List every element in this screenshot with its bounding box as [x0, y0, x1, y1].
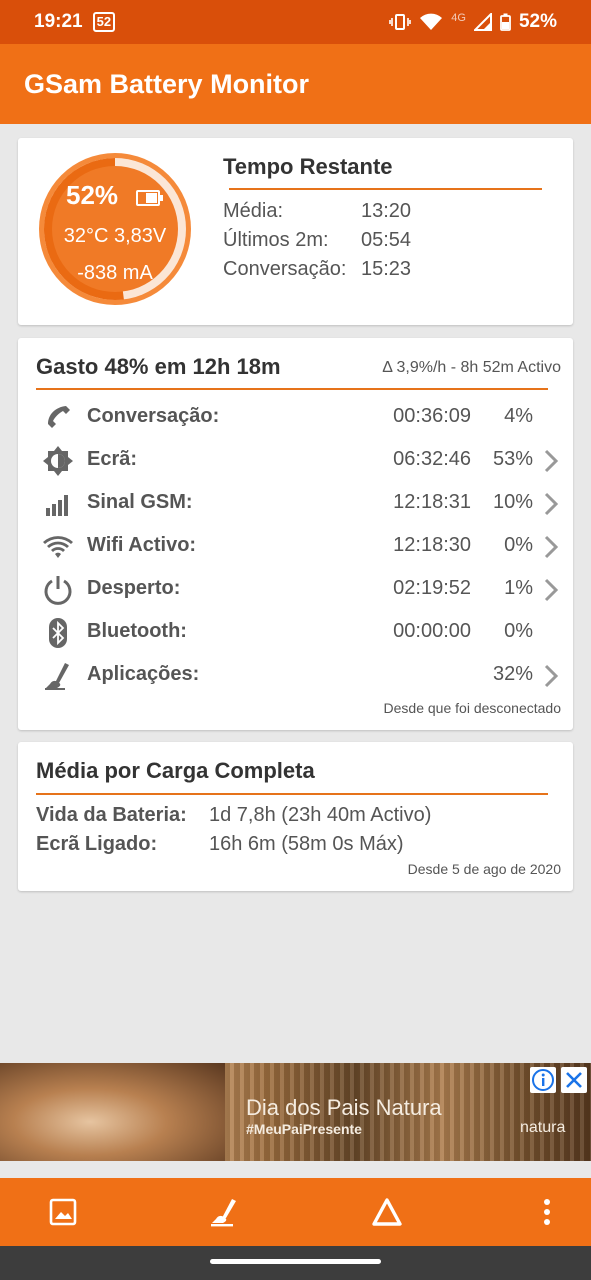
usage-title: Gasto 48% em 12h 18m — [36, 354, 281, 379]
full-charge-since: Desde 5 de ago de 2020 — [407, 861, 561, 877]
full-charge-value: 16h 6m (58m 0s Máx) — [209, 833, 404, 855]
chevron-right-icon[interactable] — [543, 448, 559, 474]
ad-banner[interactable]: Dia dos Pais Natura #MeuPaiPresente natu… — [0, 1063, 591, 1161]
ad-info-icon[interactable] — [530, 1067, 556, 1093]
usage-percent: 32% — [492, 663, 533, 685]
usage-percent: 0% — [504, 620, 533, 642]
network-type: 4G — [451, 12, 466, 24]
usage-label: Ecrã: — [87, 448, 138, 470]
bottom-toolbar — [0, 1178, 591, 1246]
usage-row-screen[interactable]: Ecrã: 06:32:46 53% — [18, 439, 573, 482]
delta-icon[interactable] — [369, 1194, 405, 1230]
temp-voltage: 32°C 3,83V — [63, 225, 167, 247]
chevron-right-icon[interactable] — [543, 663, 559, 689]
usage-percent: 10% — [492, 491, 533, 513]
usage-row-awake[interactable]: Desperto: 02:19:52 1% — [18, 568, 573, 611]
full-charge-card: Média por Carga Completa Vida da Bateria… — [18, 742, 573, 891]
full-charge-row: Ecrã Ligado: 16h 6m (58m 0s Máx) — [36, 833, 556, 861]
usage-time: 06:32:46 — [393, 448, 471, 470]
usage-time: 00:00:00 — [393, 620, 471, 642]
usage-card: Gasto 48% em 12h 18m Δ 3,9%/h - 8h 52m A… — [18, 338, 573, 730]
usage-row-call: Conversação: 00:36:09 4% — [18, 396, 573, 439]
remaining-value: 15:23 — [361, 258, 412, 280]
apps-icon[interactable] — [206, 1194, 242, 1230]
usage-time: 12:18:31 — [393, 491, 471, 513]
status-bar: 19:21 52 4G 52% — [0, 0, 591, 44]
remaining-title: Tempo Restante — [223, 154, 393, 179]
full-charge-label: Vida da Bateria: — [36, 804, 187, 826]
battery-status-icon — [500, 13, 511, 31]
remaining-divider — [229, 188, 542, 190]
usage-percent: 1% — [504, 577, 533, 599]
usage-percent: 53% — [492, 448, 533, 470]
battery-percent: 52% — [518, 11, 557, 32]
chevron-right-icon[interactable] — [543, 534, 559, 560]
ad-headline: Dia dos Pais Natura — [246, 1095, 442, 1120]
remaining-row: Conversação: 15:23 — [223, 258, 553, 288]
ad-hashtag: #MeuPaiPresente — [246, 1121, 362, 1137]
remaining-label: Últimos 2m: — [223, 229, 329, 251]
full-charge-row: Vida da Bateria: 1d 7,8h (23h 40m Activo… — [36, 804, 556, 832]
usage-row-signal[interactable]: Sinal GSM: 12:18:31 10% — [18, 482, 573, 525]
bluetooth-icon — [49, 618, 67, 648]
usage-since: Desde que foi desconectado — [383, 700, 561, 716]
apps-icon — [45, 663, 69, 690]
remaining-label: Média: — [223, 200, 284, 222]
gauge-percent: 52% — [66, 180, 119, 210]
remaining-card: 52% 32°C 3,83V -838 mA Tempo Restante Mé… — [18, 138, 573, 325]
usage-label: Sinal GSM: — [87, 491, 193, 513]
signal-icon — [46, 495, 68, 516]
app-bar: GSam Battery Monitor — [0, 44, 591, 124]
image-icon[interactable] — [45, 1194, 81, 1230]
usage-label: Aplicações: — [87, 663, 200, 685]
current-draw: -838 mA — [77, 262, 153, 284]
vibrate-icon — [389, 14, 412, 30]
full-charge-title: Média por Carga Completa — [36, 758, 315, 783]
battery-icon — [136, 190, 163, 206]
full-charge-value: 1d 7,8h (23h 40m Activo) — [209, 804, 432, 826]
system-nav-bar — [0, 1246, 591, 1280]
app-title: GSam Battery Monitor — [24, 68, 310, 99]
wifi-icon — [43, 536, 73, 558]
chevron-right-icon[interactable] — [543, 491, 559, 517]
remaining-row: Últimos 2m: 05:54 — [223, 229, 553, 259]
usage-divider — [36, 388, 548, 390]
usage-label: Conversação: — [87, 405, 220, 427]
ad-brand: natura — [520, 1119, 566, 1136]
usage-percent: 4% — [504, 405, 533, 427]
remaining-label: Conversação: — [223, 258, 347, 280]
usage-percent: 0% — [504, 534, 533, 556]
cell-signal-icon — [473, 13, 492, 31]
ad-close-icon[interactable] — [561, 1067, 587, 1093]
chevron-right-icon[interactable] — [543, 577, 559, 603]
usage-time: 12:18:30 — [393, 534, 471, 556]
gauge-readout: 52% 32°C 3,83V -838 mA — [36, 150, 194, 308]
full-charge-label: Ecrã Ligado: — [36, 833, 158, 855]
overflow-menu-icon[interactable] — [529, 1194, 565, 1230]
full-charge-divider — [36, 793, 548, 795]
usage-row-apps[interactable]: Aplicações: 32% — [18, 654, 573, 697]
power-icon — [44, 576, 72, 605]
usage-time: 00:36:09 — [393, 405, 471, 427]
usage-label: Bluetooth: — [87, 620, 187, 642]
status-indicators: 4G 52% — [389, 11, 557, 33]
remaining-value: 13:20 — [361, 200, 412, 222]
ad-photo — [0, 1063, 225, 1161]
usage-row-bluetooth: Bluetooth: 00:00:00 0% — [18, 611, 573, 654]
remaining-value: 05:54 — [361, 229, 412, 251]
usage-row-wifi[interactable]: Wifi Activo: 12:18:30 0% — [18, 525, 573, 568]
wifi-status-icon — [420, 13, 443, 30]
usage-label: Wifi Activo: — [87, 534, 197, 556]
home-gesture-handle[interactable] — [210, 1259, 381, 1264]
drain-rate: Δ 3,9%/h - 8h 52m Activo — [382, 359, 561, 376]
brightness-icon — [43, 446, 73, 476]
usage-label: Desperto: — [87, 577, 181, 599]
phone-icon — [48, 406, 70, 428]
status-time: 19:21 — [34, 11, 83, 32]
notification-badge: 52 — [92, 12, 116, 32]
remaining-row: Média: 13:20 — [223, 200, 553, 230]
usage-time: 02:19:52 — [393, 577, 471, 599]
